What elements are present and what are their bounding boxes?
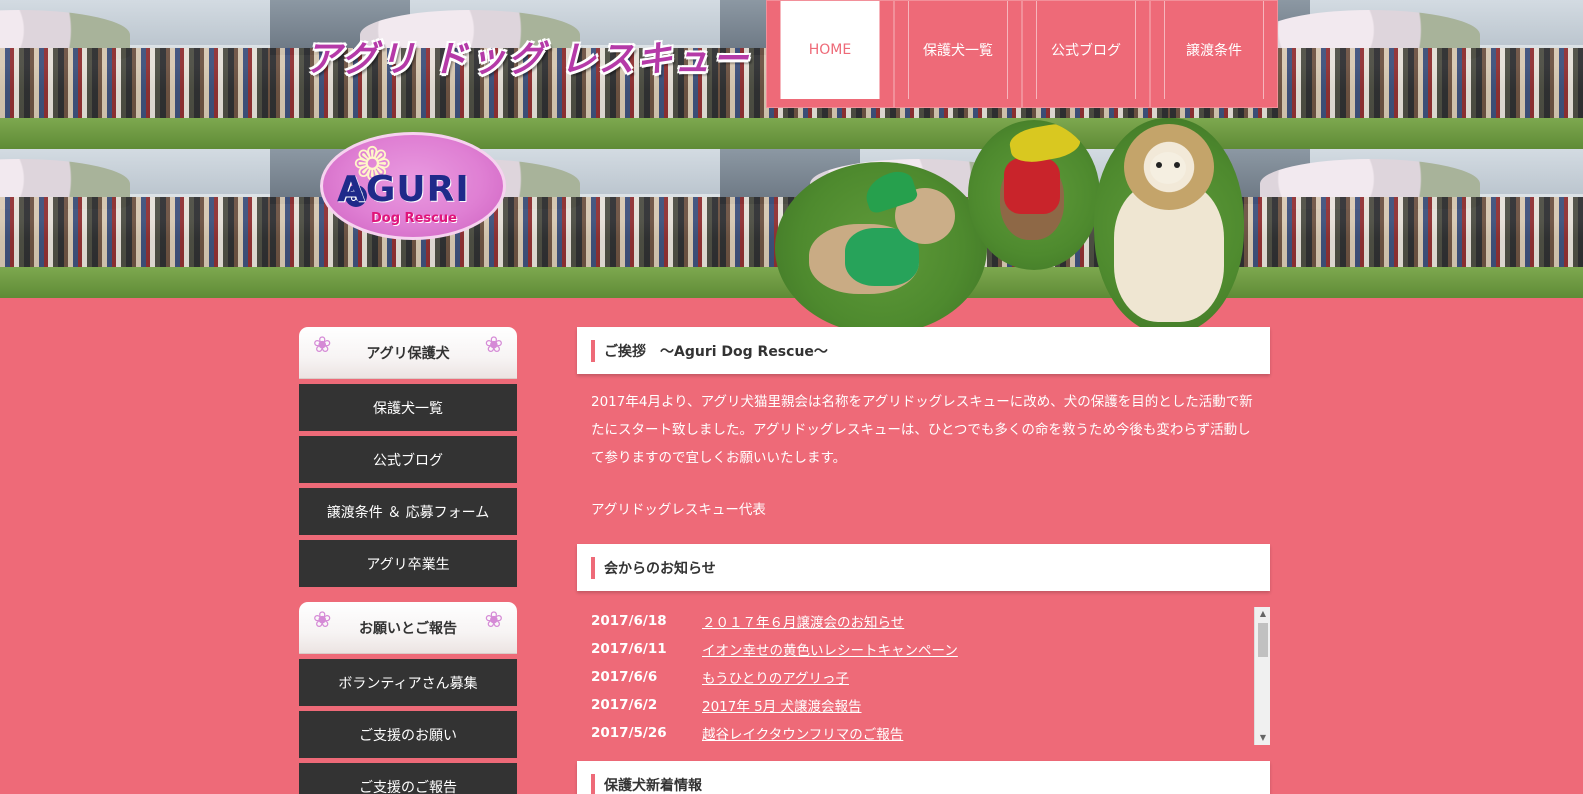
banner-photo bbox=[0, 149, 270, 298]
greeting-text: 2017年4月より、アグリ犬猫里親会は名称をアグリドッグレスキューに改め、犬の保… bbox=[591, 394, 1253, 466]
sidebar-heading-label: お願いとご報告 bbox=[359, 620, 457, 637]
greeting-heading-text: ご挨拶 ～Aguri Dog Rescue～ bbox=[604, 343, 828, 360]
news-list[interactable]: 2017/6/18 ２０１７年６月譲渡会のお知らせ 2017/6/11 イオン幸せの… bbox=[577, 607, 1270, 745]
nav-blog[interactable]: 公式ブログ bbox=[1022, 0, 1150, 108]
nav-adoption-terms[interactable]: 譲渡条件 bbox=[1150, 0, 1278, 108]
sidebar-item-graduates[interactable]: アグリ卒業生 bbox=[299, 540, 517, 587]
scrollbar-thumb[interactable] bbox=[1258, 623, 1268, 657]
sidebar-item-support-report[interactable]: ご支援のご報告 bbox=[299, 763, 517, 794]
new-dogs-heading-text: 保護犬新着情報 bbox=[604, 777, 702, 794]
aguri-logo[interactable]: ❁ ❀ AGURI Dog Rescue bbox=[320, 132, 506, 240]
dog-photo-lion bbox=[1094, 118, 1244, 334]
news-heading-text: 会からのお知らせ bbox=[604, 560, 716, 577]
news-date: 2017/6/11 bbox=[591, 641, 667, 657]
banner-photo bbox=[0, 0, 270, 149]
dog-photo-red-coat bbox=[968, 120, 1100, 270]
news-scrollbar[interactable]: ▲ ▼ bbox=[1254, 607, 1270, 745]
sidebar-item-adoption-form[interactable]: 譲渡条件 ＆ 応募フォーム bbox=[299, 488, 517, 535]
news-item: 2017/6/18 ２０１７年６月譲渡会のお知らせ bbox=[591, 607, 1270, 635]
sidebar: ❀ アグリ保護犬 ❀ 保護犬一覧 公式ブログ 譲渡条件 ＆ 応募フォーム アグリ… bbox=[299, 327, 517, 794]
nav-label: 保護犬一覧 bbox=[908, 1, 1008, 99]
news-date: 2017/6/6 bbox=[591, 669, 658, 685]
paw-icon: ❀ bbox=[484, 608, 503, 633]
sidebar-item-support-request[interactable]: ご支援のお願い bbox=[299, 711, 517, 758]
nav-label: 譲渡条件 bbox=[1164, 1, 1264, 99]
sidebar-heading-label: アグリ保護犬 bbox=[366, 345, 450, 362]
nav-home[interactable]: HOME bbox=[766, 0, 894, 108]
news-date: 2017/6/2 bbox=[591, 697, 658, 713]
news-link[interactable]: もうひとりのアグリっ子 bbox=[702, 667, 849, 687]
news-date: 2017/6/18 bbox=[591, 613, 667, 629]
news-link[interactable]: ２０１７年６月譲渡会のお知らせ bbox=[702, 611, 904, 631]
heading-accent-bar bbox=[591, 773, 595, 794]
news-item: 2017/6/11 イオン幸せの黄色いレシートキャンペーン bbox=[591, 635, 1270, 663]
news-link[interactable]: 越谷レイクタウンフリマのご報告 bbox=[702, 723, 903, 743]
news-date: 2017/5/26 bbox=[591, 725, 667, 741]
news-link[interactable]: イオン幸せの黄色いレシートキャンペーン bbox=[702, 639, 958, 659]
scroll-up-icon[interactable]: ▲ bbox=[1255, 607, 1271, 621]
news-link[interactable]: 2017年 5月 犬譲渡会報告 bbox=[702, 695, 862, 715]
heading-accent-bar bbox=[591, 339, 595, 362]
nav-label: 公式ブログ bbox=[1036, 1, 1136, 99]
paw-icon: ❀ bbox=[313, 608, 332, 633]
nav-label: HOME bbox=[780, 1, 880, 99]
sidebar-heading-requests: ❀ お願いとご報告 ❀ bbox=[299, 602, 517, 654]
scroll-down-icon[interactable]: ▼ bbox=[1255, 731, 1271, 745]
greeting-heading: ご挨拶 ～Aguri Dog Rescue～ bbox=[577, 327, 1270, 374]
sidebar-item-blog[interactable]: 公式ブログ bbox=[299, 436, 517, 483]
greeting-signature: アグリドッグレスキュー代表 bbox=[591, 502, 766, 518]
news-item: 2017/5/26 越谷レイクタウンフリマのご報告 bbox=[591, 719, 1270, 747]
new-dogs-heading: 保護犬新着情報 bbox=[577, 761, 1270, 794]
sidebar-heading-rescue-dogs: ❀ アグリ保護犬 ❀ bbox=[299, 327, 517, 379]
sidebar-item-volunteers[interactable]: ボランティアさん募集 bbox=[299, 659, 517, 706]
logo-subtext: Dog Rescue bbox=[371, 211, 457, 226]
heading-accent-bar bbox=[591, 556, 595, 579]
nav-dog-list[interactable]: 保護犬一覧 bbox=[894, 0, 1022, 108]
dog-photo-elf bbox=[775, 162, 987, 334]
news-heading: 会からのお知らせ bbox=[577, 544, 1270, 591]
news-item: 2017/6/2 2017年 5月 犬譲渡会報告 bbox=[591, 691, 1270, 719]
paw-icon: ❀ bbox=[484, 333, 503, 358]
paw-icon: ❀ bbox=[313, 333, 332, 358]
news-item: 2017/6/6 もうひとりのアグリっ子 bbox=[591, 663, 1270, 691]
sidebar-item-dog-list[interactable]: 保護犬一覧 bbox=[299, 384, 517, 431]
main-content: ご挨拶 ～Aguri Dog Rescue～ 2017年4月より、アグリ犬猫里親… bbox=[577, 327, 1270, 794]
top-nav: HOME 保護犬一覧 公式ブログ 譲渡条件 bbox=[766, 0, 1278, 108]
logo-text: AGURI bbox=[337, 169, 470, 210]
site-title[interactable]: アグリ ドッグ レスキュー bbox=[305, 30, 750, 82]
